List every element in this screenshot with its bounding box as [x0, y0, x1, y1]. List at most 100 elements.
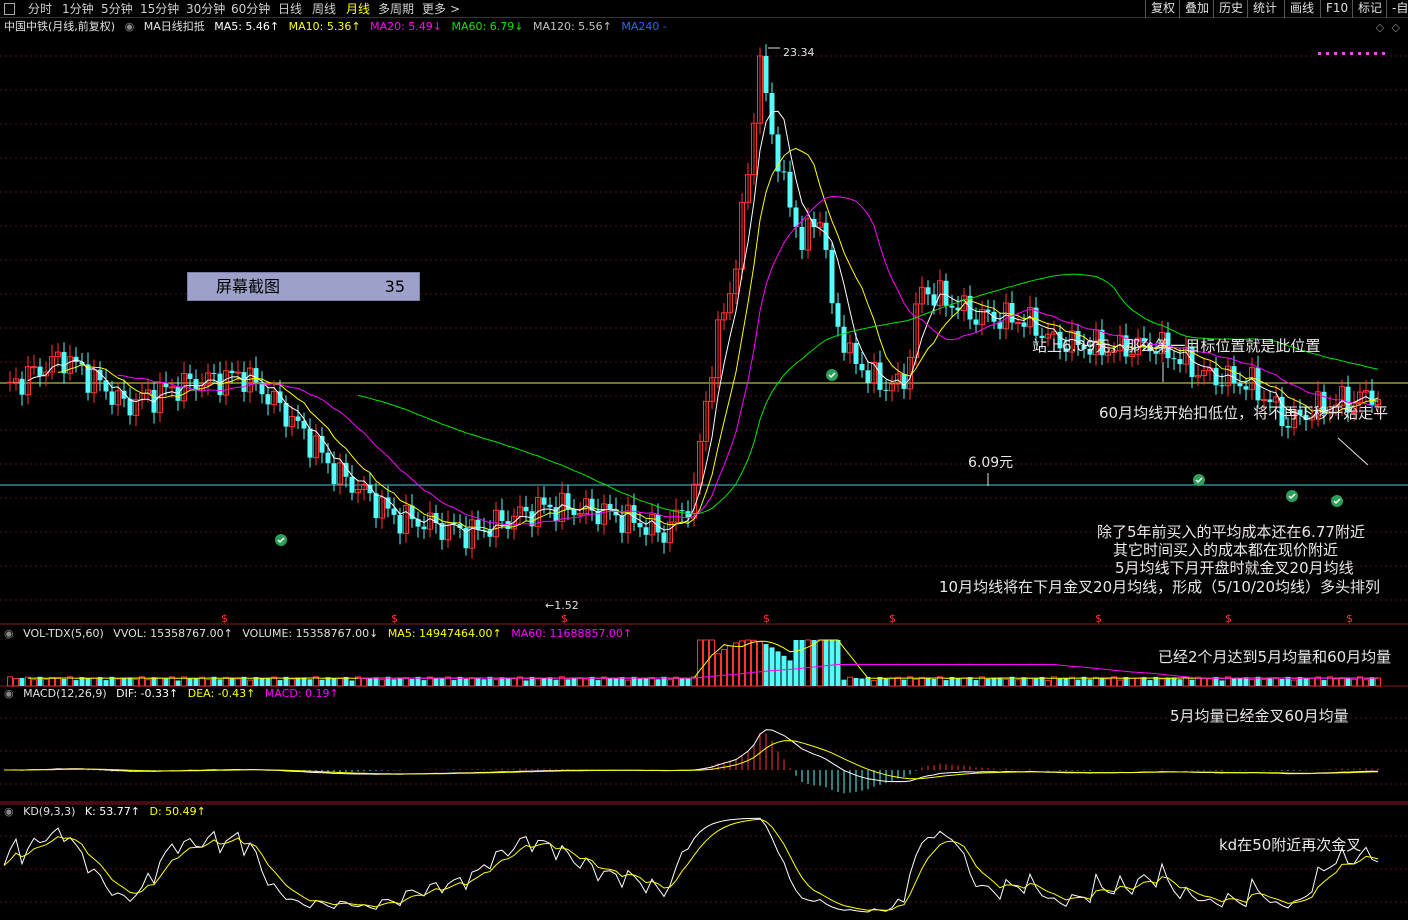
toolbar-button-6[interactable]: 标记 — [1352, 0, 1387, 18]
toolbar-button-1[interactable]: 叠加 — [1179, 0, 1214, 18]
vol-bar-46 — [277, 680, 283, 686]
vol-bar-66 — [397, 677, 403, 686]
toolbar-button-2[interactable]: 历史 — [1213, 0, 1248, 18]
toolbar-button-0[interactable]: 复权 — [1145, 0, 1180, 18]
toolbar-button-3[interactable]: 统计 — [1247, 0, 1282, 18]
dividend-marker-0: $ — [221, 612, 228, 625]
vol-bar-68 — [409, 678, 415, 686]
candle-body-55 — [331, 463, 337, 485]
macd-dea-line — [4, 740, 1379, 780]
period-tab-0[interactable]: 分时 — [28, 1, 52, 17]
period-tab-9[interactable]: 多周期 — [378, 1, 414, 17]
vol-bar-159 — [955, 678, 961, 686]
candle-body-207 — [1243, 386, 1249, 390]
vol-bar-102 — [613, 678, 619, 686]
ma60-value: MA60: 6.79↓ — [451, 20, 524, 33]
vol-bar-73 — [439, 678, 445, 686]
ma20-value: MA20: 5.49↓ — [370, 20, 443, 33]
candle-body-154 — [925, 287, 931, 295]
candle-body-157 — [943, 280, 949, 306]
period-tab-7[interactable]: 周线 — [312, 1, 336, 17]
candle-body-66 — [397, 514, 403, 534]
period-tab-3[interactable]: 15分钟 — [140, 1, 179, 17]
vol-bar-118 — [709, 639, 715, 687]
screenshot-badge[interactable]: 屏幕截图 35 — [187, 272, 420, 301]
vol-bar-109 — [655, 679, 661, 686]
candle-body-142 — [853, 342, 859, 364]
annotation-macd: 5月均量已经金叉60月均量 — [1170, 707, 1349, 725]
vol-bar-218 — [1309, 677, 1315, 687]
price-609-label: 6.09元 — [968, 455, 1013, 471]
vol-bar-49 — [295, 677, 301, 686]
period-tab-1[interactable]: 1分钟 — [62, 1, 94, 17]
vol-bar-142 — [853, 677, 859, 686]
candle-body-138 — [829, 249, 835, 304]
period-tab-4[interactable]: 30分钟 — [186, 1, 225, 17]
period-tab-2[interactable]: 5分钟 — [101, 1, 133, 17]
macd-value: MACD: 0.19↑ — [264, 687, 339, 700]
vol-bar-222 — [1333, 678, 1339, 687]
period-tab-6[interactable]: 日线 — [278, 1, 302, 17]
candle-body-170 — [1021, 322, 1027, 327]
vol-bar-10 — [61, 678, 67, 686]
candle-body-28 — [169, 386, 175, 389]
d-value: D: 50.49↑ — [149, 805, 206, 818]
vol-bar-113 — [679, 677, 685, 686]
candle-body-127 — [763, 55, 769, 94]
nav-diamond-icon-2[interactable]: ◇ — [1392, 21, 1400, 34]
kd-indicator-name[interactable]: KD(9,3,3) — [23, 805, 75, 818]
candle-body-40 — [241, 372, 247, 392]
vol-bar-5 — [31, 679, 37, 687]
vol-indicator-name[interactable]: VOL-TDX(5,60) — [23, 627, 104, 640]
candle-body-79 — [475, 519, 481, 530]
vol-bar-1 — [7, 676, 13, 687]
vol-bar-201 — [1207, 678, 1213, 687]
nav-diamond-icon[interactable]: ◇ — [1376, 21, 1384, 34]
vol-bar-215 — [1291, 679, 1297, 687]
candle-body-143 — [859, 363, 865, 371]
vol-ma60-value: MA60: 11688857.00↑ — [511, 627, 633, 640]
vol-panel-legend: ◉ VOL-TDX(5,60) VVOL: 15358767.00↑ VOLUM… — [4, 627, 638, 641]
vol-bar-137 — [823, 640, 829, 686]
vol-bar-79 — [475, 677, 481, 686]
candle-body-12 — [73, 356, 79, 363]
vol-bar-89 — [535, 678, 541, 687]
panel-nav-icons[interactable]: ◇ ◇ — [1376, 21, 1400, 34]
period-tab-5[interactable]: 60分钟 — [231, 1, 270, 17]
toolbar-button-4[interactable]: 画线 — [1284, 0, 1319, 18]
vol-bar-36 — [217, 679, 223, 686]
dividend-marker-2: $ — [561, 612, 568, 625]
period-tab-8[interactable]: 月线 — [346, 1, 370, 17]
vol-bar-116 — [697, 639, 703, 687]
kd-k-line — [3, 817, 1379, 913]
vol-bar-44 — [265, 678, 271, 686]
kline-chart[interactable]: 23.34 ←1.52 6.09元 $ $ $ $ $ $ $ $ — [0, 18, 1408, 920]
high-price-label: 23.34 — [783, 46, 815, 59]
vol-bar-85 — [511, 678, 517, 687]
candle-body-35 — [211, 373, 217, 375]
more-arrow-icon[interactable]: > — [450, 1, 460, 17]
kd-dropdown-icon[interactable]: ◉ — [4, 805, 14, 818]
ma10-value: MA10: 5.36↑ — [288, 20, 361, 33]
top-right-dot-3 — [1342, 52, 1345, 55]
macd-indicator-name[interactable]: MACD(12,26,9) — [23, 687, 107, 700]
macd-dropdown-icon[interactable]: ◉ — [4, 687, 14, 700]
candle-body-49 — [295, 416, 301, 421]
vol-dropdown-icon[interactable]: ◉ — [4, 627, 14, 640]
candle-body-101 — [607, 503, 613, 510]
candle-body-195 — [1171, 358, 1177, 360]
annotation-cost-1: 除了5年前买入的平均成本还在6.77附近 — [1097, 523, 1365, 541]
vol-bar-220 — [1321, 680, 1327, 686]
vol-bar-198 — [1189, 679, 1195, 686]
vol-bar-63 — [379, 679, 385, 687]
indicator-name[interactable]: MA日线扣抵 — [144, 20, 205, 33]
period-tab-10[interactable]: 更多 — [422, 1, 446, 17]
vol-bar-92 — [553, 679, 559, 686]
toolbar-button-5[interactable]: F10 — [1320, 0, 1353, 18]
dividend-marker-1: $ — [391, 612, 398, 625]
toolbar-square-icon[interactable] — [4, 1, 15, 17]
vol-bar-61 — [367, 677, 373, 686]
vol-bar-7 — [43, 678, 49, 687]
toolbar-button-7[interactable]: -自 — [1386, 0, 1408, 18]
indicator-dropdown-icon[interactable]: ◉ — [125, 20, 135, 33]
